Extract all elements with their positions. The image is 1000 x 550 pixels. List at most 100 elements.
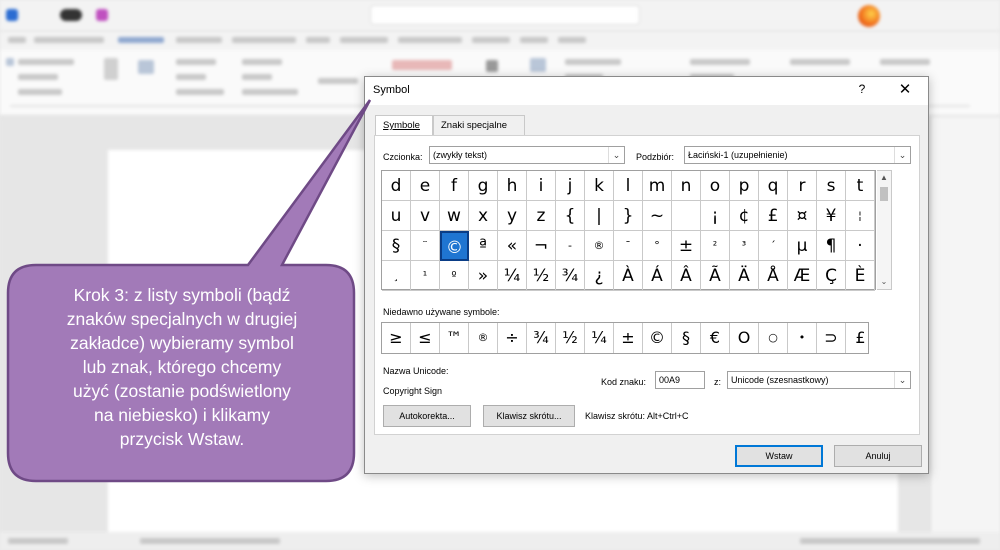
symbol-cell[interactable]: Ä bbox=[730, 261, 759, 291]
chevron-down-icon[interactable]: ⌄ bbox=[608, 147, 624, 163]
symbol-cell[interactable]: e bbox=[411, 171, 440, 201]
save-icon[interactable] bbox=[96, 9, 108, 21]
symbol-cell[interactable]: ² bbox=[701, 231, 730, 261]
font-select[interactable]: (zwykły tekst) ⌄ bbox=[429, 146, 625, 164]
recent-symbol-cell[interactable]: • bbox=[788, 323, 817, 353]
symbol-cell[interactable]: | bbox=[585, 201, 614, 231]
symbol-cell[interactable]: ¼ bbox=[498, 261, 527, 291]
symbol-cell[interactable]: À bbox=[614, 261, 643, 291]
recent-symbol-cell[interactable]: ½ bbox=[556, 323, 585, 353]
symbol-cell[interactable]: © bbox=[440, 231, 469, 261]
recent-symbol-cell[interactable]: ± bbox=[614, 323, 643, 353]
symbol-cell[interactable]: r bbox=[788, 171, 817, 201]
symbol-cell[interactable] bbox=[672, 201, 701, 231]
recent-symbol-cell[interactable]: ⊃ bbox=[817, 323, 846, 353]
symbol-cell[interactable]: y bbox=[498, 201, 527, 231]
help-icon[interactable]: ? bbox=[855, 82, 869, 96]
symbol-cell[interactable]: ¢ bbox=[730, 201, 759, 231]
symbol-cell[interactable]: k bbox=[585, 171, 614, 201]
symbol-cell[interactable]: ´ bbox=[759, 231, 788, 261]
symbol-cell[interactable]: o bbox=[701, 171, 730, 201]
symbol-cell[interactable]: ¶ bbox=[817, 231, 846, 261]
symbol-cell[interactable]: l bbox=[614, 171, 643, 201]
recent-symbol-cell[interactable]: € bbox=[701, 323, 730, 353]
symbol-cell[interactable]: g bbox=[469, 171, 498, 201]
char-code-input[interactable]: 00A9 bbox=[655, 371, 705, 389]
symbol-cell[interactable]: } bbox=[614, 201, 643, 231]
recent-symbol-cell[interactable]: © bbox=[643, 323, 672, 353]
symbol-cell[interactable]: h bbox=[498, 171, 527, 201]
tab-znaki-specjalne[interactable]: Znaki specjalne bbox=[433, 115, 525, 135]
symbol-cell[interactable]: m bbox=[643, 171, 672, 201]
symbol-cell[interactable]: ³ bbox=[730, 231, 759, 261]
symbol-cell[interactable]: { bbox=[556, 201, 585, 231]
recent-symbol-cell[interactable]: ¼ bbox=[585, 323, 614, 353]
cancel-button[interactable]: Anuluj bbox=[834, 445, 922, 467]
scroll-down-icon[interactable]: ⌄ bbox=[877, 275, 891, 289]
symbol-cell[interactable]: z bbox=[527, 201, 556, 231]
symbol-cell[interactable]: ¯ bbox=[614, 231, 643, 261]
symbol-cell[interactable]: « bbox=[498, 231, 527, 261]
shortcut-key-button[interactable]: Klawisz skrótu... bbox=[483, 405, 575, 427]
symbol-cell[interactable]: ¹ bbox=[411, 261, 440, 291]
symbol-cell[interactable]: p bbox=[730, 171, 759, 201]
search-box[interactable] bbox=[370, 5, 640, 25]
chevron-down-icon[interactable]: ⌄ bbox=[894, 372, 910, 388]
recent-symbol-cell[interactable]: ○ bbox=[759, 323, 788, 353]
symbol-cell[interactable]: ¥ bbox=[817, 201, 846, 231]
symbol-cell[interactable]: v bbox=[411, 201, 440, 231]
symbol-cell[interactable]: ¡ bbox=[701, 201, 730, 231]
symbol-cell[interactable]: ¾ bbox=[556, 261, 585, 291]
symbol-cell[interactable]: µ bbox=[788, 231, 817, 261]
symbol-cell[interactable]: º bbox=[440, 261, 469, 291]
symbol-cell[interactable]: Ç bbox=[817, 261, 846, 291]
symbol-cell[interactable]: ¬ bbox=[527, 231, 556, 261]
recent-symbol-cell[interactable]: ÷ bbox=[498, 323, 527, 353]
symbol-cell[interactable]: Á bbox=[643, 261, 672, 291]
symbol-cell[interactable]: s bbox=[817, 171, 846, 201]
recent-symbol-cell[interactable]: ™ bbox=[440, 323, 469, 353]
symbol-cell[interactable]: Â bbox=[672, 261, 701, 291]
subset-select[interactable]: Łaciński-1 (uzupełnienie) ⌄ bbox=[684, 146, 911, 164]
symbol-cell[interactable]: ® bbox=[585, 231, 614, 261]
symbol-cell[interactable]: § bbox=[382, 231, 411, 261]
symbol-cell[interactable]: Å bbox=[759, 261, 788, 291]
chevron-down-icon[interactable]: ⌄ bbox=[894, 147, 910, 163]
recent-symbol-cell[interactable]: O bbox=[730, 323, 759, 353]
insert-button[interactable]: Wstaw bbox=[735, 445, 823, 467]
recent-symbol-cell[interactable]: § bbox=[672, 323, 701, 353]
symbol-cell[interactable]: ¿ bbox=[585, 261, 614, 291]
from-select[interactable]: Unicode (szesnastkowy) ⌄ bbox=[727, 371, 911, 389]
autosave-toggle[interactable] bbox=[60, 9, 82, 21]
scroll-thumb[interactable] bbox=[880, 187, 888, 201]
symbol-cell[interactable]: Ã bbox=[701, 261, 730, 291]
symbol-cell[interactable]: ¨ bbox=[411, 231, 440, 261]
symbol-cell[interactable]: · bbox=[846, 231, 875, 261]
symbol-cell[interactable]: f bbox=[440, 171, 469, 201]
symbol-cell[interactable]: - bbox=[556, 231, 585, 261]
symbol-cell[interactable]: t bbox=[846, 171, 875, 201]
symbol-cell[interactable]: ¸ bbox=[382, 261, 411, 291]
symbol-cell[interactable]: n bbox=[672, 171, 701, 201]
symbol-cell[interactable]: Æ bbox=[788, 261, 817, 291]
recent-symbol-cell[interactable]: ® bbox=[469, 323, 498, 353]
scroll-up-icon[interactable]: ▲ bbox=[877, 171, 891, 185]
recent-symbol-cell[interactable]: ≥ bbox=[382, 323, 411, 353]
symbol-cell[interactable]: u bbox=[382, 201, 411, 231]
autocorrect-button[interactable]: Autokorekta... bbox=[383, 405, 471, 427]
symbol-cell[interactable]: £ bbox=[759, 201, 788, 231]
symbol-cell[interactable]: ° bbox=[643, 231, 672, 261]
symbol-cell[interactable]: ª bbox=[469, 231, 498, 261]
avatar[interactable] bbox=[858, 5, 880, 27]
symbol-cell[interactable]: ¦ bbox=[846, 201, 875, 231]
symbol-cell[interactable]: i bbox=[527, 171, 556, 201]
tab-symbole[interactable]: Symbole bbox=[375, 115, 433, 136]
symbol-grid-scrollbar[interactable]: ▲ ⌄ bbox=[877, 170, 892, 290]
symbol-cell[interactable]: w bbox=[440, 201, 469, 231]
recent-symbol-cell[interactable]: ¾ bbox=[527, 323, 556, 353]
close-icon[interactable]: ✕ bbox=[897, 80, 913, 98]
symbol-cell[interactable]: d bbox=[382, 171, 411, 201]
symbol-cell[interactable]: ± bbox=[672, 231, 701, 261]
recent-symbol-cell[interactable]: £ bbox=[846, 323, 875, 353]
symbol-cell[interactable]: ~ bbox=[643, 201, 672, 231]
